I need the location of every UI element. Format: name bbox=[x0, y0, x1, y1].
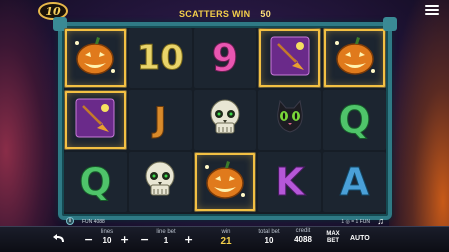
reel-cell bbox=[258, 28, 322, 88]
reels-grid: 10 9 J Q Q K A bbox=[64, 28, 386, 212]
reel-cell bbox=[64, 90, 127, 150]
reel-cell bbox=[323, 28, 386, 88]
symbol-10: 10 bbox=[136, 38, 184, 78]
black-cat-symbol-icon bbox=[270, 98, 310, 142]
credit-label: credit bbox=[295, 228, 311, 234]
win-label: win bbox=[221, 229, 231, 235]
reel-cell bbox=[193, 90, 257, 150]
win-display: win 21 bbox=[214, 229, 238, 247]
reel-cell: J bbox=[128, 90, 192, 150]
lines-decrease-button[interactable]: − bbox=[84, 233, 93, 246]
reel-cell bbox=[193, 152, 257, 212]
reel-cell bbox=[128, 152, 192, 212]
background-right-glow bbox=[389, 0, 449, 252]
symbol-q: Q bbox=[79, 160, 112, 204]
balance-info-text: FUN 4088 bbox=[82, 219, 105, 225]
symbol-q: Q bbox=[338, 98, 371, 142]
reel-cell: K bbox=[258, 152, 322, 212]
info-row: i FUN 4088 1 ◎ = 1 FUN ♫ bbox=[64, 216, 386, 226]
reel-cell bbox=[258, 90, 322, 150]
linebet-decrease-button[interactable]: − bbox=[140, 233, 149, 246]
pumpkin-scatter-symbol-icon bbox=[71, 33, 119, 83]
info-icon[interactable]: i bbox=[66, 217, 74, 225]
symbol-9: 9 bbox=[211, 36, 239, 80]
lines-control: lines 10 bbox=[96, 229, 118, 245]
credit-info: credit 4088 bbox=[286, 228, 320, 244]
lines-label: lines bbox=[100, 229, 114, 235]
back-arrow-icon[interactable] bbox=[52, 233, 66, 245]
win-value: 21 bbox=[220, 236, 232, 247]
music-icon[interactable]: ♫ bbox=[377, 216, 384, 226]
background-left-glow bbox=[0, 0, 60, 252]
lines-value: 10 bbox=[102, 236, 112, 245]
menu-icon[interactable] bbox=[425, 3, 439, 17]
coin-rate-text: 1 ◎ = 1 FUN bbox=[341, 219, 370, 225]
credit-value: 4088 bbox=[294, 235, 312, 244]
reel-cell: 9 bbox=[193, 28, 257, 88]
skull-symbol-icon bbox=[140, 158, 180, 206]
linebet-increase-button[interactable]: + bbox=[184, 233, 193, 246]
pumpkin-scatter-symbol-icon bbox=[331, 33, 379, 83]
linebet-value: 1 bbox=[163, 236, 169, 245]
totalbet-value: 10 bbox=[264, 236, 274, 245]
reel-cell: Q bbox=[323, 90, 386, 150]
scatters-win-banner: SCATTERS WIN 50 bbox=[150, 6, 300, 22]
broom-scatter-symbol-icon bbox=[75, 98, 115, 142]
skull-symbol-icon bbox=[205, 96, 245, 144]
lines-increase-button[interactable]: + bbox=[120, 233, 129, 246]
pumpkin-scatter-symbol-icon bbox=[201, 157, 249, 207]
symbol-a: A bbox=[339, 160, 370, 204]
linebet-control: line bet 1 bbox=[150, 229, 182, 245]
reel-cell: A bbox=[323, 152, 386, 212]
scatters-win-value: 50 bbox=[260, 9, 272, 19]
reels-frame: 10 9 J Q Q K A bbox=[53, 17, 397, 220]
totalbet-label: total bet bbox=[258, 229, 280, 235]
control-bar: − lines 10 + − line bet 1 + win 21 total… bbox=[0, 226, 449, 252]
linebet-label: line bet bbox=[156, 229, 176, 235]
max-bet-button[interactable]: MAX BET bbox=[322, 231, 344, 245]
broom-scatter-symbol-icon bbox=[270, 36, 310, 80]
reel-cell bbox=[64, 28, 127, 88]
scatters-win-label: SCATTERS WIN bbox=[178, 9, 251, 19]
reel-cell: 10 bbox=[128, 28, 192, 88]
auto-button[interactable]: AUTO bbox=[350, 235, 370, 242]
symbol-j: J bbox=[153, 100, 167, 140]
reel-cell: Q bbox=[64, 152, 127, 212]
totalbet-display: total bet 10 bbox=[254, 229, 284, 245]
symbol-k: K bbox=[275, 160, 305, 204]
